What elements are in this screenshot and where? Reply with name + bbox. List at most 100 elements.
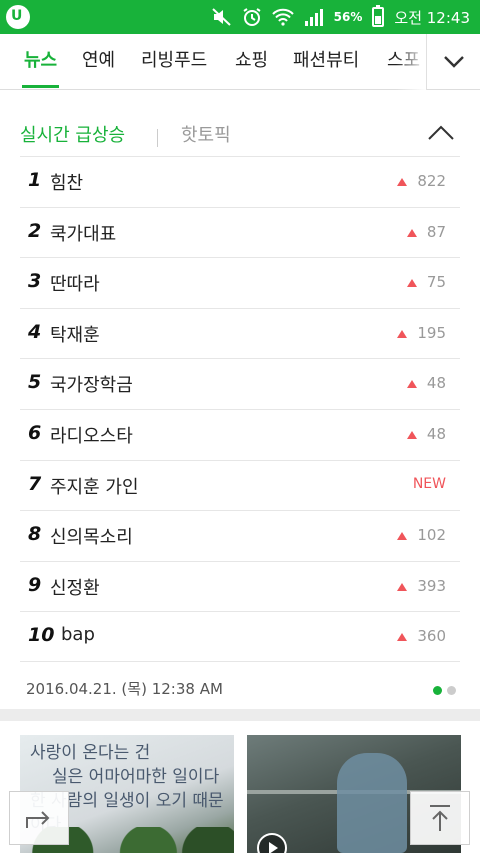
rank-change: 75 xyxy=(406,273,446,292)
realtime-footer: 2016.04.21. (목) 12:38 AM xyxy=(26,678,456,702)
ranking-row[interactable]: 1 힘찬 822 xyxy=(20,156,460,207)
status-icons: 56% 오전 12:43 xyxy=(211,0,470,34)
battery-icon xyxy=(372,5,385,27)
rank-change-value: 87 xyxy=(426,222,446,241)
page-dot[interactable] xyxy=(447,686,456,695)
rank-change: 393 xyxy=(397,577,446,595)
tab-fashion-beauty[interactable]: 패션뷰티 xyxy=(293,34,359,90)
rank-change-value: 822 xyxy=(417,172,446,190)
tab-living-food[interactable]: 리빙푸드 xyxy=(141,34,207,90)
rank-change: 102 xyxy=(397,526,446,544)
rank-change: 87 xyxy=(406,222,446,241)
ranking-keyword[interactable]: 힘찬 xyxy=(50,169,83,195)
realtime-panel-header: 실시간 급상승 핫토픽 xyxy=(20,111,460,155)
ranking-row[interactable]: 10 bap 360 xyxy=(20,611,460,662)
chevron-down-icon xyxy=(443,56,464,68)
rank-change-value: 393 xyxy=(417,576,446,595)
tab-fade xyxy=(396,34,426,90)
ranking-row[interactable]: 6 라디오스타 48 xyxy=(20,408,460,460)
app-icon: U xyxy=(6,5,30,29)
rank-change-value: 48 xyxy=(426,424,446,443)
ranking-row[interactable]: 5 국가장학금 48 xyxy=(20,358,460,409)
rank-number: 4 xyxy=(28,320,42,343)
alarm-icon xyxy=(243,8,261,26)
status-bar: U 56% 오전 12:43 xyxy=(0,0,480,34)
tab-entertainment[interactable]: 연예 xyxy=(82,34,115,90)
arrow-up-icon xyxy=(397,633,408,642)
tabs-more-button[interactable] xyxy=(426,34,480,90)
rank-number: 10 xyxy=(28,624,55,647)
rank-change-value: 75 xyxy=(426,273,446,292)
page-indicator xyxy=(433,686,456,695)
category-tabs: 뉴스 연예 리빙푸드 쇼핑 패션뷰티 스포 xyxy=(0,34,480,90)
rank-number: 9 xyxy=(28,573,42,596)
share-button[interactable] xyxy=(9,791,69,845)
clock: 오전 12:43 xyxy=(394,8,470,27)
arrow-up-icon xyxy=(397,532,408,541)
ranking-keyword[interactable]: 주지훈 가인 xyxy=(50,473,139,499)
arrow-up-icon xyxy=(397,178,408,186)
rank-number: 5 xyxy=(28,371,42,394)
rank-change: NEW xyxy=(413,476,446,492)
arrow-up-icon xyxy=(397,329,408,338)
new-badge: NEW xyxy=(412,475,446,492)
ranking-row[interactable]: 9 신정환 393 xyxy=(20,560,460,612)
rank-number: 3 xyxy=(28,270,42,293)
ranking-row[interactable]: 3 딴따라 75 xyxy=(20,257,460,308)
rank-number: 8 xyxy=(28,523,42,546)
tab-divider xyxy=(157,129,158,147)
arrow-up-icon xyxy=(406,380,417,389)
callig-line: 사랑이 온다는 건 xyxy=(30,743,151,763)
arrow-up-icon xyxy=(397,582,408,591)
ranking-row[interactable]: 7 주지훈 가인 NEW xyxy=(20,459,460,511)
ranking-list: 1 힘찬 822 2 쿡가대표 87 3 딴따라 75 4 탁재훈 195 5 … xyxy=(20,156,460,662)
arrow-up-icon xyxy=(406,430,417,439)
rank-change: 360 xyxy=(397,627,446,645)
ranking-keyword[interactable]: 신의목소리 xyxy=(50,523,133,549)
page-dot-active[interactable] xyxy=(433,686,442,695)
tab-hot-topic[interactable]: 핫토픽 xyxy=(181,121,231,147)
signal-icon xyxy=(304,9,323,26)
rank-change: 195 xyxy=(397,324,446,342)
ranking-keyword[interactable]: 국가장학금 xyxy=(50,371,133,397)
rank-change-value: 102 xyxy=(417,526,446,545)
scroll-top-button[interactable] xyxy=(410,791,470,845)
ranking-row[interactable]: 8 신의목소리 102 xyxy=(20,510,460,561)
rank-change-value: 48 xyxy=(426,374,446,393)
ranking-keyword[interactable]: 탁재훈 xyxy=(50,321,100,347)
collapse-button[interactable] xyxy=(426,123,456,145)
ranking-row[interactable]: 4 탁재훈 195 xyxy=(20,307,460,359)
battery-percent: 56% xyxy=(333,10,363,24)
ranking-keyword[interactable]: bap xyxy=(61,624,95,645)
mute-icon xyxy=(211,8,231,26)
ranking-keyword[interactable]: 쿡가대표 xyxy=(50,220,116,246)
ranking-keyword[interactable]: 신정환 xyxy=(50,574,100,600)
ranking-keyword[interactable]: 라디오스타 xyxy=(50,422,133,448)
rank-number: 2 xyxy=(28,219,42,242)
ranking-keyword[interactable]: 딴따라 xyxy=(50,270,100,296)
news-thumbnails: 사랑이 온다는 건 실은 어마어마한 일이다 한 사람의 일생이 오기 때문이다 xyxy=(0,721,480,853)
rank-change: 48 xyxy=(406,374,446,393)
update-timestamp: 2016.04.21. (목) 12:38 AM xyxy=(26,680,223,698)
wifi-icon xyxy=(271,8,294,26)
tab-scroll-area: 뉴스 연예 리빙푸드 쇼핑 패션뷰티 스포 xyxy=(0,34,426,90)
rank-change-value: 360 xyxy=(417,627,446,646)
ranking-row[interactable]: 2 쿡가대표 87 xyxy=(20,206,460,258)
rank-number: 7 xyxy=(28,472,42,495)
rank-change-value: 195 xyxy=(417,323,446,342)
rank-change: 822 xyxy=(397,172,446,190)
share-icon xyxy=(26,811,50,828)
arrow-up-icon xyxy=(430,805,450,831)
realtime-panel: 실시간 급상승 핫토픽 1 힘찬 822 2 쿡가대표 87 3 딴따라 7 5 … xyxy=(0,101,480,709)
tab-realtime-rising[interactable]: 실시간 급상승 xyxy=(20,121,125,147)
chevron-up-icon xyxy=(428,125,454,140)
rank-change: 48 xyxy=(406,424,446,443)
rank-number: 6 xyxy=(28,421,42,444)
play-icon[interactable] xyxy=(257,833,287,853)
tab-news[interactable]: 뉴스 xyxy=(21,34,60,90)
section-divider xyxy=(0,709,480,721)
callig-line: 실은 어마어마한 일이다 xyxy=(52,767,220,787)
arrow-up-icon xyxy=(406,228,417,237)
thumbnail-figure xyxy=(337,753,407,853)
tab-shopping[interactable]: 쇼핑 xyxy=(235,34,268,90)
